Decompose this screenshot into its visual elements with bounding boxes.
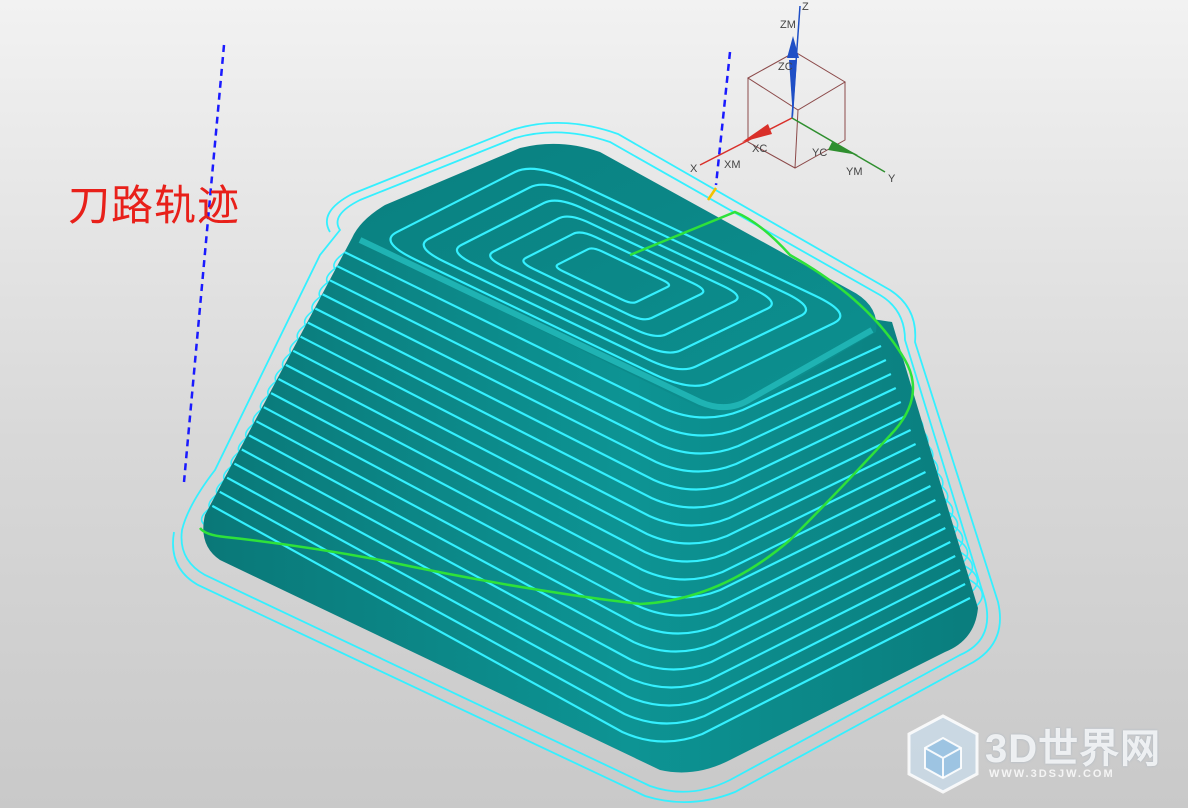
x-axis-line — [699, 117, 793, 166]
triad-label-y: Y — [888, 173, 896, 185]
triad-label-x: X — [690, 163, 698, 175]
coordinate-triad: ZM Z ZC XC XM X YC YM Y — [690, 1, 896, 185]
cube-logo-icon — [907, 714, 979, 794]
triad-label-zc: ZC — [778, 61, 793, 73]
model-scene[interactable]: ZM Z ZC XC XM X YC YM Y — [0, 0, 1188, 808]
triad-label-xm: XM — [724, 159, 741, 171]
watermark-url: WWW.3DSJW.COM — [989, 768, 1115, 780]
triad-label-z: Z — [802, 1, 809, 13]
solid-body[interactable] — [203, 143, 978, 773]
triad-label-ym: YM — [846, 166, 863, 178]
triad-label-yc: YC — [812, 147, 827, 159]
toolpath-annotation-label: 刀路轨迹 — [68, 181, 241, 230]
triad-label-zm: ZM — [780, 19, 796, 31]
watermark: 3D世界网 WWW.3DSJW.COM — [905, 712, 1175, 796]
lead-in-yellow — [706, 187, 718, 201]
y-axis-line — [791, 117, 886, 173]
ym-arrowhead-icon — [828, 142, 858, 155]
graphics-viewport[interactable]: ZM Z ZC XC XM X YC YM Y 刀路轨迹 3D世界网 WWW.3… — [0, 0, 1188, 808]
watermark-title: 3D世界网 — [985, 727, 1162, 771]
tool-axis-left — [182, 44, 226, 483]
triad-label-xc: XC — [752, 143, 767, 155]
xm-arrowhead-icon — [742, 124, 772, 142]
